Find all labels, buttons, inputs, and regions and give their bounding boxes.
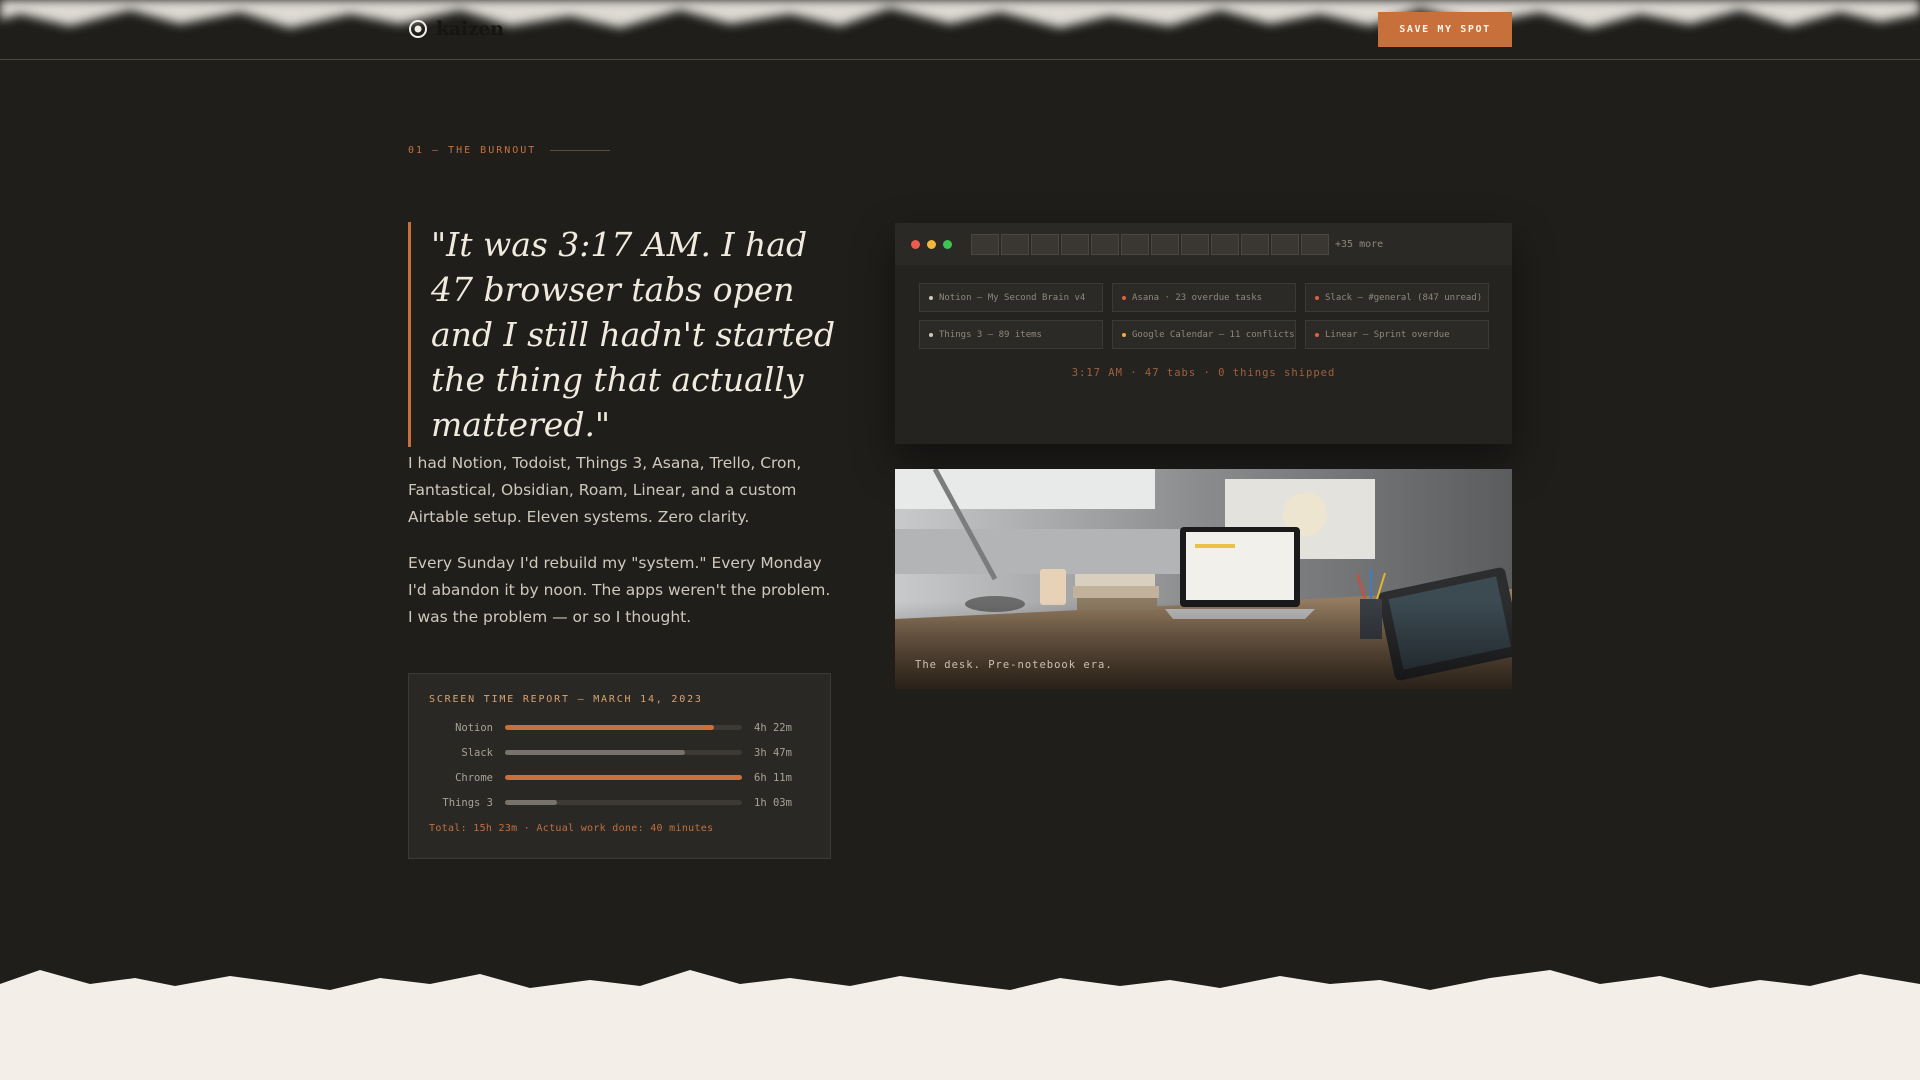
browser-tab[interactable] [1031, 233, 1059, 255]
status-dot-icon [1315, 295, 1319, 300]
report-rows: Notion 4h 22m Slack 3h 47m Chrome 6h 11m Thing… [429, 715, 810, 815]
report-row: Chrome 6h 11m [429, 765, 810, 790]
report-app-name: Chrome [455, 771, 493, 784]
open-app-label: Google Calendar — 11 conflicts [1132, 329, 1295, 340]
open-app-label: Linear — Sprint overdue [1325, 329, 1450, 340]
desk-illustration [895, 469, 1512, 689]
usage-bar-track [505, 800, 742, 805]
browser-tab[interactable] [1061, 233, 1089, 255]
browser-mockup: +35 more Notion — My Second Brain v4 Asan… [895, 223, 1512, 444]
section-label-text: 01 — THE BURNOUT [408, 145, 537, 156]
status-dot-icon [1315, 332, 1319, 337]
status-dot-icon [929, 295, 933, 300]
story-paragraph-2: Every Sunday I'd rebuild my "system." Ev… [408, 554, 831, 626]
screen-time-report: SCREEN TIME REPORT — MARCH 14, 2023 Noti… [408, 673, 831, 859]
open-app-grid: Notion — My Second Brain v4 Asana · 23 ov… [895, 265, 1512, 349]
photo-caption: The desk. Pre-notebook era. [915, 659, 1113, 671]
browser-titlebar: +35 more [895, 223, 1512, 265]
report-app-name: Slack [461, 746, 493, 759]
browser-tab[interactable] [1241, 233, 1269, 255]
report-total: Total: 15h 23m · Actual work done: 40 mi… [429, 823, 714, 834]
browser-tab[interactable] [971, 233, 999, 255]
usage-bar-fill [505, 750, 686, 755]
open-app-label: Things 3 — 89 items [939, 329, 1042, 340]
more-tabs-count: +35 more [1335, 238, 1384, 250]
site-header: kaizen SAVE MY SPOT [0, 0, 1920, 60]
report-app-time: 3h 47m [754, 746, 792, 759]
report-app-time: 1h 03m [754, 796, 792, 809]
brand-name: kaizen [436, 18, 504, 40]
open-app-chip: Linear — Sprint overdue [1305, 320, 1489, 349]
open-app-chip: Slack — #general (847 unread) [1305, 283, 1489, 312]
browser-tab[interactable] [1211, 233, 1239, 255]
open-app-label: Notion — My Second Brain v4 [939, 292, 1086, 303]
browser-tab[interactable] [1001, 233, 1029, 255]
minimize-dot-icon [927, 239, 936, 249]
open-app-chip: Google Calendar — 11 conflicts [1112, 320, 1296, 349]
usage-bar-fill [505, 800, 558, 805]
report-app-time: 4h 22m [754, 721, 792, 734]
browser-tab[interactable] [1121, 233, 1149, 255]
usage-bar-track [505, 775, 742, 780]
report-row: Slack 3h 47m [429, 740, 810, 765]
status-dot-icon [929, 332, 933, 337]
usage-bar-fill [505, 725, 714, 730]
story-paragraph-1: I had Notion, Todoist, Things 3, Asana, … [408, 454, 802, 526]
open-app-chip: Notion — My Second Brain v4 [919, 283, 1103, 312]
open-app-label: Asana · 23 overdue tasks [1132, 292, 1263, 303]
report-title: SCREEN TIME REPORT — MARCH 14, 2023 [429, 694, 703, 705]
usage-bar-track [505, 750, 742, 755]
usage-bar-fill [505, 775, 742, 780]
quote-text: "It was 3:17 AM. I had 47 browser tabs o… [431, 225, 836, 444]
browser-tab[interactable] [1301, 233, 1329, 255]
section-label: 01 — THE BURNOUT [408, 145, 611, 156]
browser-tab[interactable] [1271, 233, 1299, 255]
torn-paper-edge [0, 0, 1920, 28]
report-app-name: Notion [455, 721, 493, 734]
close-dot-icon [911, 239, 920, 249]
pull-quote: "It was 3:17 AM. I had 47 browser tabs o… [408, 222, 838, 447]
usage-bar-track [505, 725, 742, 730]
report-app-time: 6h 11m [754, 771, 792, 784]
browser-tab[interactable] [1181, 233, 1209, 255]
browser-tab[interactable] [1151, 233, 1179, 255]
browser-tab[interactable] [1091, 233, 1119, 255]
report-app-name: Things 3 [442, 796, 493, 809]
desk-photo: The desk. Pre-notebook era. [895, 469, 1512, 689]
browser-status: 3:17 AM · 47 tabs · 0 things shipped [1071, 367, 1336, 379]
brand-logo[interactable]: kaizen [408, 18, 504, 40]
spiral-logo-icon [409, 20, 427, 38]
status-dot-icon [1122, 332, 1126, 337]
status-dot-icon [1122, 295, 1126, 300]
open-app-chip: Things 3 — 89 items [919, 320, 1103, 349]
open-app-label: Slack — #general (847 unread) [1325, 292, 1483, 303]
maximize-dot-icon [943, 239, 952, 249]
report-row: Things 3 1h 03m [429, 790, 810, 815]
open-app-chip: Asana · 23 overdue tasks [1112, 283, 1296, 312]
torn-paper-bottom [0, 970, 1920, 1080]
section-divider [550, 150, 611, 151]
browser-tab-strip [971, 233, 1329, 255]
report-row: Notion 4h 22m [429, 715, 810, 740]
save-my-spot-button[interactable]: SAVE MY SPOT [1378, 12, 1512, 47]
